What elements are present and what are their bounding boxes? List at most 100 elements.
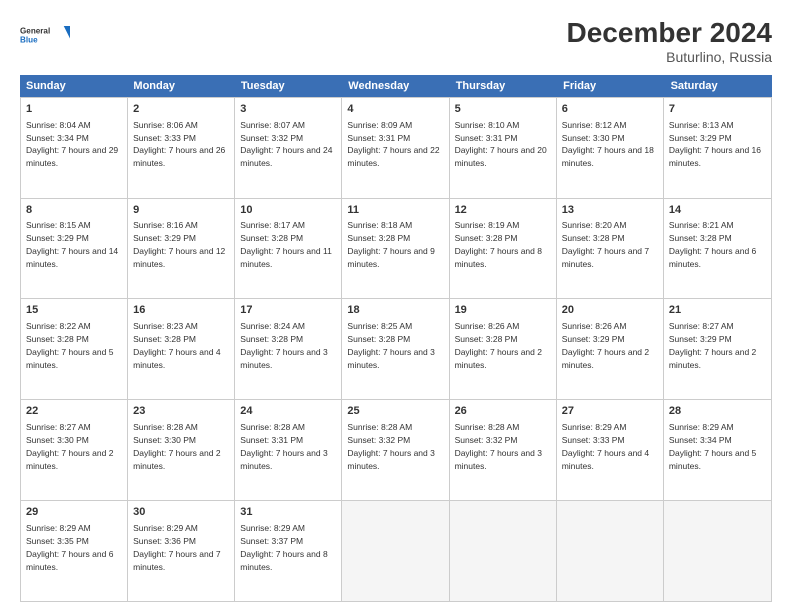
- day-info: Sunrise: 8:09 AM Sunset: 3:31 PM Dayligh…: [347, 120, 439, 169]
- day-info: Sunrise: 8:28 AM Sunset: 3:31 PM Dayligh…: [240, 422, 327, 471]
- day-number: 29: [26, 505, 122, 520]
- title-block: December 2024 Buturlino, Russia: [567, 18, 772, 65]
- day-number: 26: [455, 404, 551, 419]
- calendar-cell-empty: [557, 501, 664, 601]
- calendar-header-cell: Friday: [557, 75, 664, 97]
- day-info: Sunrise: 8:16 AM Sunset: 3:29 PM Dayligh…: [133, 220, 225, 269]
- calendar-cell: 20 Sunrise: 8:26 AM Sunset: 3:29 PM Dayli…: [557, 299, 664, 399]
- day-info: Sunrise: 8:25 AM Sunset: 3:28 PM Dayligh…: [347, 321, 434, 370]
- calendar-cell: 13 Sunrise: 8:20 AM Sunset: 3:28 PM Dayli…: [557, 199, 664, 299]
- day-info: Sunrise: 8:21 AM Sunset: 3:28 PM Dayligh…: [669, 220, 756, 269]
- calendar-cell: 18 Sunrise: 8:25 AM Sunset: 3:28 PM Dayli…: [342, 299, 449, 399]
- day-info: Sunrise: 8:06 AM Sunset: 3:33 PM Dayligh…: [133, 120, 225, 169]
- day-info: Sunrise: 8:28 AM Sunset: 3:32 PM Dayligh…: [455, 422, 542, 471]
- day-number: 12: [455, 203, 551, 218]
- day-number: 23: [133, 404, 229, 419]
- day-info: Sunrise: 8:28 AM Sunset: 3:32 PM Dayligh…: [347, 422, 434, 471]
- day-info: Sunrise: 8:07 AM Sunset: 3:32 PM Dayligh…: [240, 120, 332, 169]
- day-info: Sunrise: 8:10 AM Sunset: 3:31 PM Dayligh…: [455, 120, 547, 169]
- calendar-header-cell: Monday: [127, 75, 234, 97]
- day-number: 20: [562, 303, 658, 318]
- day-number: 27: [562, 404, 658, 419]
- calendar-cell: 24Sunrise: 8:28 AM Sunset: 3:31 PM Dayli…: [235, 400, 342, 500]
- page-subtitle: Buturlino, Russia: [567, 49, 772, 65]
- day-number: 22: [26, 404, 122, 419]
- svg-text:Blue: Blue: [20, 35, 38, 44]
- day-number: 6: [562, 102, 658, 117]
- calendar-row: 15Sunrise: 8:22 AM Sunset: 3:28 PM Dayli…: [21, 298, 771, 399]
- day-number: 28: [669, 404, 766, 419]
- calendar-cell: 22 Sunrise: 8:27 AM Sunset: 3:30 PM Dayli…: [21, 400, 128, 500]
- day-number: 14: [669, 203, 766, 218]
- calendar-header-cell: Saturday: [665, 75, 772, 97]
- day-number: 11: [347, 203, 443, 218]
- day-number: 18: [347, 303, 443, 318]
- header: General Blue December 2024 Buturlino, Ru…: [20, 18, 772, 65]
- day-info: Sunrise: 8:29 AM Sunset: 3:35 PM Dayligh…: [26, 523, 113, 572]
- calendar-cell: 17 Sunrise: 8:24 AM Sunset: 3:28 PM Dayli…: [235, 299, 342, 399]
- day-info: Sunrise: 8:24 AM Sunset: 3:28 PM Dayligh…: [240, 321, 327, 370]
- calendar-cell: 23 Sunrise: 8:28 AM Sunset: 3:30 PM Dayli…: [128, 400, 235, 500]
- calendar-cell: 25 Sunrise: 8:28 AM Sunset: 3:32 PM Dayli…: [342, 400, 449, 500]
- day-info: Sunrise: 8:17 AM Sunset: 3:28 PM Dayligh…: [240, 220, 332, 269]
- day-info: Sunrise: 8:19 AM Sunset: 3:28 PM Dayligh…: [455, 220, 542, 269]
- svg-text:General: General: [20, 27, 50, 36]
- calendar-cell: 15Sunrise: 8:22 AM Sunset: 3:28 PM Dayli…: [21, 299, 128, 399]
- calendar-cell: 26 Sunrise: 8:28 AM Sunset: 3:32 PM Dayli…: [450, 400, 557, 500]
- day-info: Sunrise: 8:26 AM Sunset: 3:29 PM Dayligh…: [562, 321, 649, 370]
- day-number: 16: [133, 303, 229, 318]
- logo-svg: General Blue: [20, 18, 70, 54]
- day-number: 30: [133, 505, 229, 520]
- day-number: 5: [455, 102, 551, 117]
- calendar-row: 8Sunrise: 8:15 AM Sunset: 3:29 PM Daylig…: [21, 198, 771, 299]
- calendar: SundayMondayTuesdayWednesdayThursdayFrid…: [20, 75, 772, 602]
- day-info: Sunrise: 8:29 AM Sunset: 3:36 PM Dayligh…: [133, 523, 220, 572]
- calendar-row: 1Sunrise: 8:04 AM Sunset: 3:34 PM Daylig…: [21, 97, 771, 198]
- calendar-row: 29 Sunrise: 8:29 AM Sunset: 3:35 PM Dayli…: [21, 500, 771, 601]
- day-info: Sunrise: 8:20 AM Sunset: 3:28 PM Dayligh…: [562, 220, 649, 269]
- calendar-header-cell: Thursday: [450, 75, 557, 97]
- calendar-cell: 6Sunrise: 8:12 AM Sunset: 3:30 PM Daylig…: [557, 98, 664, 198]
- calendar-cell: 10Sunrise: 8:17 AM Sunset: 3:28 PM Dayli…: [235, 199, 342, 299]
- calendar-cell: 2 Sunrise: 8:06 AM Sunset: 3:33 PM Daylig…: [128, 98, 235, 198]
- calendar-body: 1Sunrise: 8:04 AM Sunset: 3:34 PM Daylig…: [20, 97, 772, 602]
- calendar-cell: 27 Sunrise: 8:29 AM Sunset: 3:33 PM Dayli…: [557, 400, 664, 500]
- calendar-cell: 1Sunrise: 8:04 AM Sunset: 3:34 PM Daylig…: [21, 98, 128, 198]
- day-info: Sunrise: 8:23 AM Sunset: 3:28 PM Dayligh…: [133, 321, 220, 370]
- calendar-cell: 31 Sunrise: 8:29 AM Sunset: 3:37 PM Dayli…: [235, 501, 342, 601]
- calendar-cell: 9 Sunrise: 8:16 AM Sunset: 3:29 PM Daylig…: [128, 199, 235, 299]
- day-number: 17: [240, 303, 336, 318]
- day-info: Sunrise: 8:18 AM Sunset: 3:28 PM Dayligh…: [347, 220, 434, 269]
- calendar-cell: 28Sunrise: 8:29 AM Sunset: 3:34 PM Dayli…: [664, 400, 771, 500]
- day-info: Sunrise: 8:13 AM Sunset: 3:29 PM Dayligh…: [669, 120, 761, 169]
- calendar-header-cell: Tuesday: [235, 75, 342, 97]
- calendar-cell: 21 Sunrise: 8:27 AM Sunset: 3:29 PM Dayli…: [664, 299, 771, 399]
- calendar-cell: 30 Sunrise: 8:29 AM Sunset: 3:36 PM Dayli…: [128, 501, 235, 601]
- day-number: 2: [133, 102, 229, 117]
- calendar-cell-empty: [450, 501, 557, 601]
- calendar-cell: 8Sunrise: 8:15 AM Sunset: 3:29 PM Daylig…: [21, 199, 128, 299]
- day-info: Sunrise: 8:22 AM Sunset: 3:28 PM Dayligh…: [26, 321, 113, 370]
- calendar-cell-empty: [342, 501, 449, 601]
- day-number: 4: [347, 102, 443, 117]
- day-info: Sunrise: 8:29 AM Sunset: 3:37 PM Dayligh…: [240, 523, 327, 572]
- calendar-cell: 16 Sunrise: 8:23 AM Sunset: 3:28 PM Dayli…: [128, 299, 235, 399]
- day-info: Sunrise: 8:27 AM Sunset: 3:30 PM Dayligh…: [26, 422, 113, 471]
- calendar-cell-empty: [664, 501, 771, 601]
- day-info: Sunrise: 8:29 AM Sunset: 3:33 PM Dayligh…: [562, 422, 649, 471]
- day-number: 7: [669, 102, 766, 117]
- page-title: December 2024: [567, 18, 772, 49]
- calendar-cell: 5 Sunrise: 8:10 AM Sunset: 3:31 PM Daylig…: [450, 98, 557, 198]
- day-number: 21: [669, 303, 766, 318]
- day-number: 9: [133, 203, 229, 218]
- calendar-cell: 19Sunrise: 8:26 AM Sunset: 3:28 PM Dayli…: [450, 299, 557, 399]
- day-info: Sunrise: 8:28 AM Sunset: 3:30 PM Dayligh…: [133, 422, 220, 471]
- day-number: 1: [26, 102, 122, 117]
- day-number: 31: [240, 505, 336, 520]
- day-info: Sunrise: 8:27 AM Sunset: 3:29 PM Dayligh…: [669, 321, 756, 370]
- day-number: 25: [347, 404, 443, 419]
- day-number: 13: [562, 203, 658, 218]
- logo: General Blue: [20, 18, 70, 54]
- day-number: 3: [240, 102, 336, 117]
- day-info: Sunrise: 8:26 AM Sunset: 3:28 PM Dayligh…: [455, 321, 542, 370]
